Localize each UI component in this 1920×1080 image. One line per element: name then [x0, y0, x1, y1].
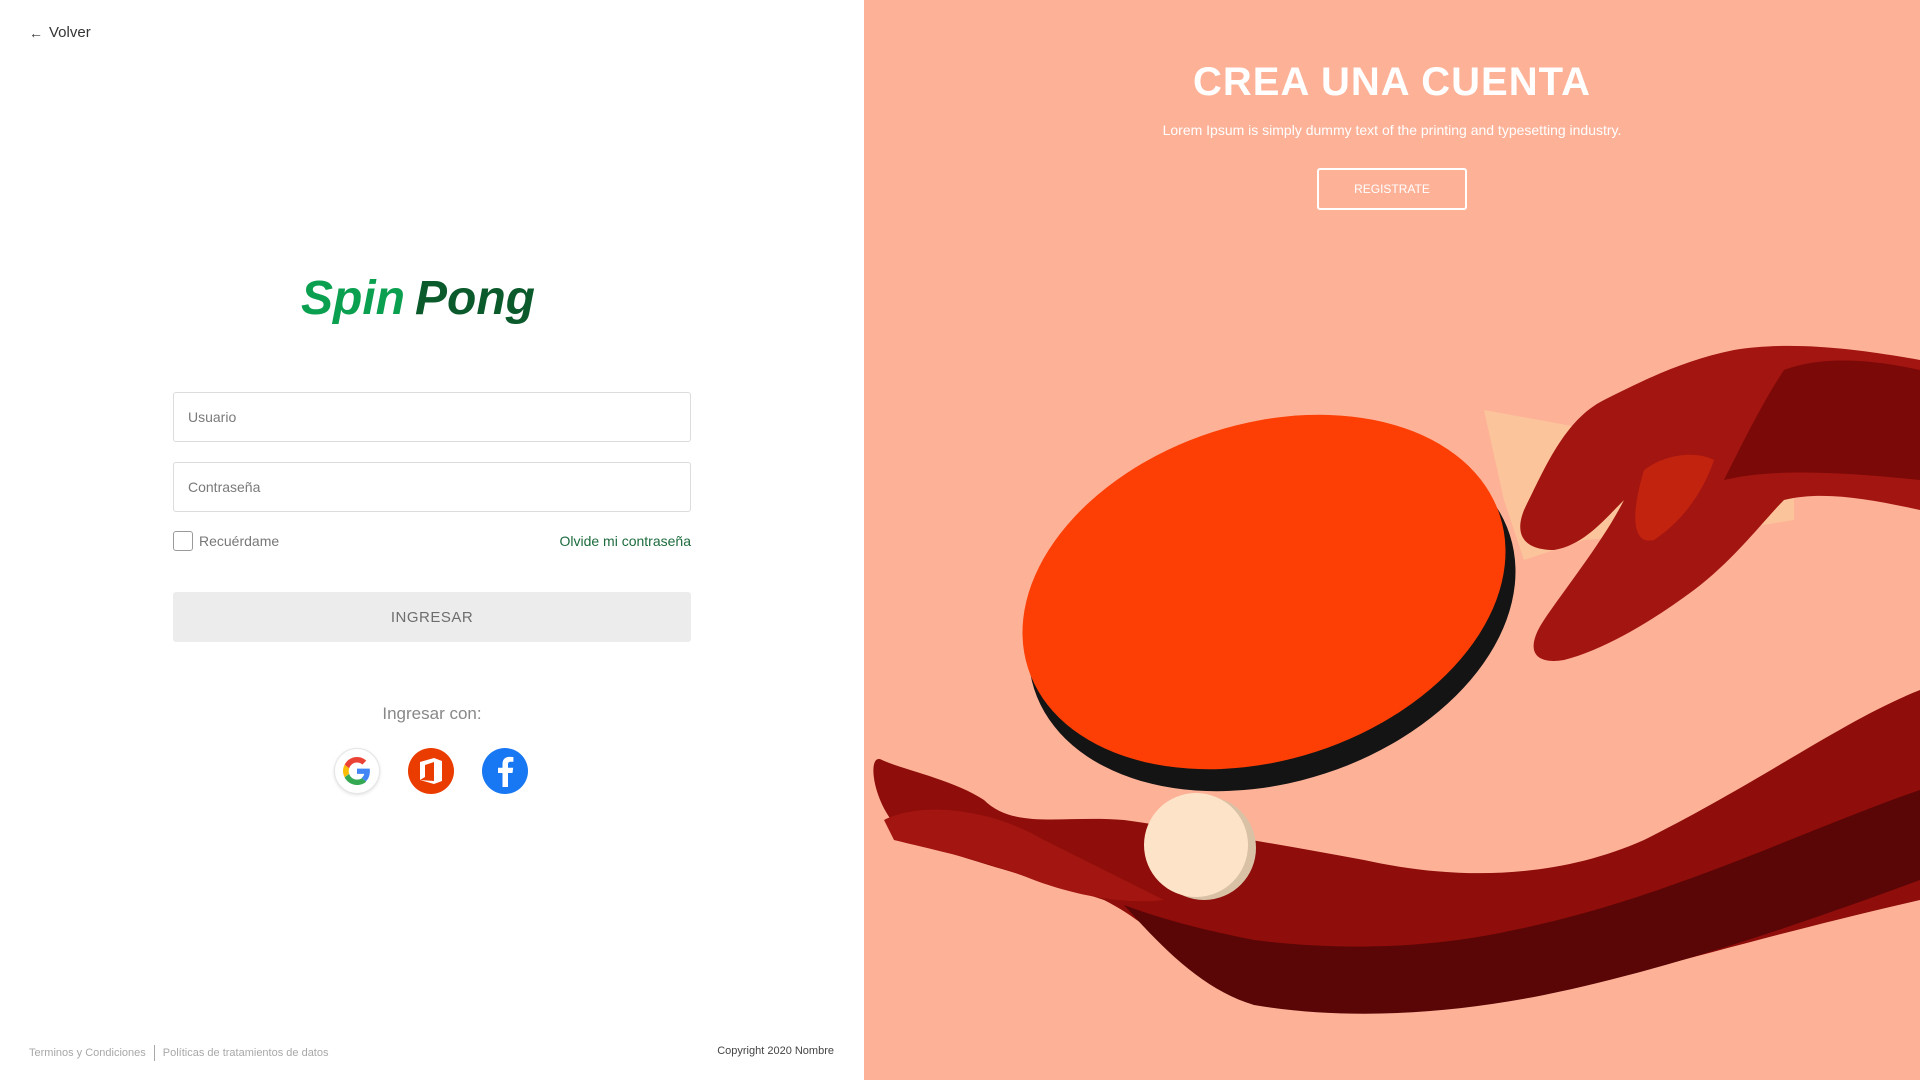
logo-pong-text: Pong	[415, 272, 535, 325]
arrow-left-icon: ←	[29, 24, 43, 41]
terms-link[interactable]: Terminos y Condiciones	[29, 1047, 146, 1059]
brand-logo: Spin Pong	[0, 268, 864, 333]
username-input[interactable]	[173, 392, 691, 442]
paddle-face	[1022, 414, 1506, 770]
google-login-button[interactable]	[334, 748, 380, 794]
privacy-link[interactable]: Políticas de tratamientos de datos	[163, 1047, 329, 1059]
login-button[interactable]: INGRESAR	[173, 592, 691, 642]
social-login-buttons	[334, 748, 528, 794]
facebook-icon	[498, 756, 514, 787]
promo-panel: CREA UNA CUENTA Lorem Ipsum is simply du…	[864, 0, 1920, 1080]
password-input[interactable]	[173, 462, 691, 512]
remember-label: Recuérdame	[199, 533, 280, 549]
office-icon	[420, 758, 442, 784]
copyright-text: Copyright 2020 Nombre	[717, 1045, 834, 1057]
register-button[interactable]: REGISTRATE	[1317, 168, 1467, 210]
facebook-login-button[interactable]	[482, 748, 528, 794]
back-label: Volver	[49, 24, 91, 41]
footer-links: Terminos y Condiciones Políticas de trat…	[29, 1045, 329, 1061]
social-login-heading: Ingresar con:	[382, 704, 482, 723]
login-panel: ← Volver Spin Pong Recuérdame Olvide mi …	[0, 0, 864, 1080]
forgot-password-link[interactable]: Olvide mi contraseña	[553, 533, 691, 549]
promo-subtext: Lorem Ipsum is simply dummy text of the …	[1162, 122, 1622, 138]
remember-me[interactable]: Recuérdame	[173, 531, 279, 551]
office-login-button[interactable]	[408, 748, 454, 794]
ping-pong-ball	[1144, 793, 1248, 897]
footer-divider	[153, 1045, 155, 1061]
google-icon	[343, 757, 370, 785]
remember-checkbox[interactable]	[173, 531, 193, 551]
logo-spin-text: Spin	[301, 272, 405, 325]
login-page: ← Volver Spin Pong Recuérdame Olvide mi …	[0, 0, 1920, 1080]
spinpong-logo: Spin Pong	[301, 272, 535, 325]
back-link[interactable]: ← Volver	[29, 24, 91, 41]
ping-pong-illustration	[873, 345, 1920, 1014]
promo-headline: CREA UNA CUENTA	[1193, 60, 1591, 104]
